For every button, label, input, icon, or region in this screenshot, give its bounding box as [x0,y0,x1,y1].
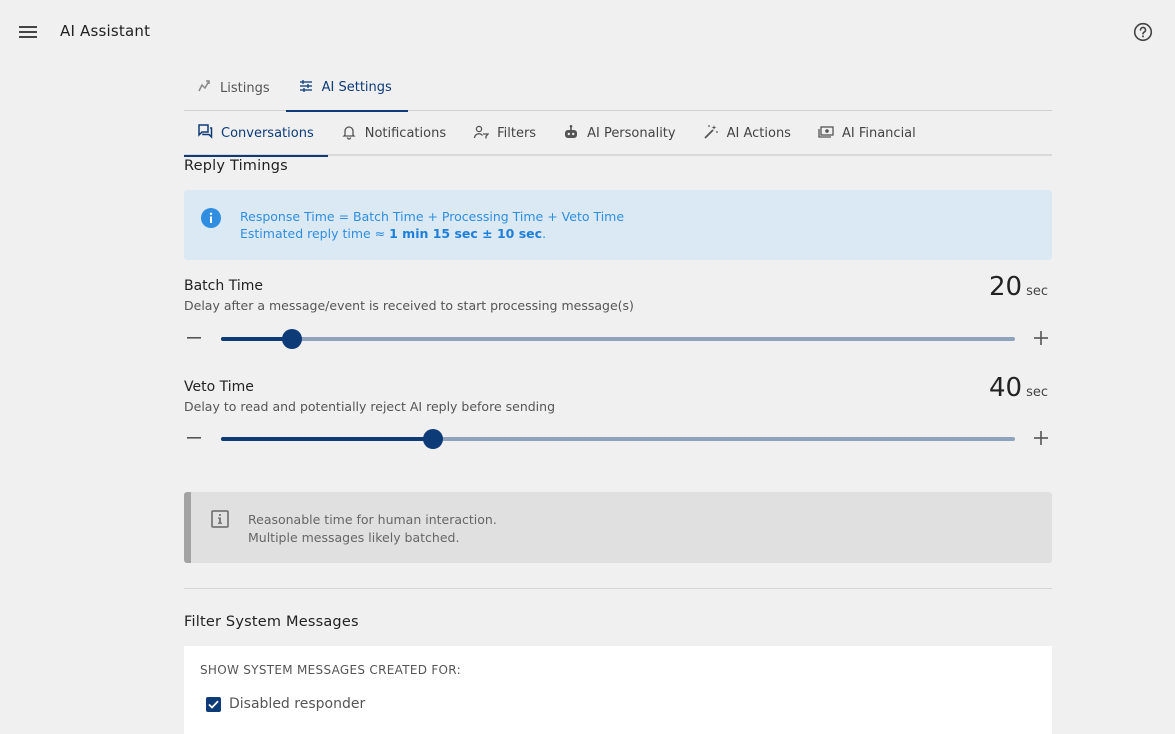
batch-time-decrease-button[interactable] [183,327,205,349]
disabled-responder-checkbox-row[interactable]: Disabled responder [206,696,365,712]
note-line-1: Reasonable time for human interaction. [248,512,497,527]
veto-time-track[interactable] [221,429,1015,449]
batch-time-increase-button[interactable] [1030,327,1052,349]
tab-conversations[interactable]: Conversations [184,111,328,157]
info-alert: Response Time = Batch Time + Processing … [184,190,1052,260]
note-line-2: Multiple messages likely batched. [248,530,460,545]
batch-time-thumb[interactable] [282,329,303,349]
sub-tabs: Conversations Notifications Filters AI P… [184,111,1052,157]
tab-conversations-label: Conversations [221,125,314,141]
filter-system-card: SHOW SYSTEM MESSAGES CREATED FOR: Disabl… [184,646,1052,734]
disabled-responder-label: Disabled responder [229,696,366,712]
robot-icon [563,124,579,144]
tab-ai-financial-label: AI Financial [841,126,916,141]
reply-timings-title: Reply Timings [184,158,288,174]
tab-ai-settings-label: AI Settings [321,80,392,95]
info-icon [201,208,221,232]
info-square-icon [211,510,229,532]
batch-time-slider-block: Batch Time Delay after a message/event i… [183,272,1052,358]
tab-ai-personality[interactable]: AI Personality [550,111,690,156]
timing-note: Reasonable time for human interaction. M… [184,492,1052,563]
veto-time-value: 40 sec [988,373,1048,403]
veto-time-label: Veto Time [184,379,254,395]
tab-notifications[interactable]: Notifications [328,111,460,156]
filter-system-caption: SHOW SYSTEM MESSAGES CREATED FOR: [200,663,461,677]
tab-ai-personality-label: AI Personality [587,126,676,141]
app-title: AI Assistant [60,22,151,40]
batch-time-label: Batch Time [184,278,263,294]
filter-system-title: Filter System Messages [184,614,359,630]
section-divider [184,588,1052,589]
tab-filters[interactable]: Filters [460,111,550,156]
batch-time-track[interactable] [221,329,1015,349]
veto-time-decrease-button[interactable] [183,427,205,449]
tune-icon [298,78,314,98]
tab-ai-financial[interactable]: AI Financial [805,111,930,156]
batch-time-description: Delay after a message/event is received … [184,298,634,313]
top-tabs: Listings AI Settings [184,64,1052,112]
menu-icon[interactable] [16,20,40,44]
info-formula: Response Time = Batch Time + Processing … [240,209,625,224]
main-content: Listings AI Settings Conversations Notif… [184,64,1052,734]
veto-time-thumb[interactable] [422,429,443,449]
estimate-value: 1 min 15 sec ± 10 sec [389,226,543,241]
tab-ai-settings[interactable]: AI Settings [285,65,408,112]
bell-icon [341,124,357,144]
tab-notifications-label: Notifications [364,126,447,141]
veto-time-slider-block: Veto Time Delay to read and potentially … [183,373,1052,459]
veto-time-track-fill [221,437,433,441]
tab-filters-label: Filters [497,126,537,141]
tab-listings[interactable]: Listings [184,65,286,111]
batch-time-value: 20 sec [988,272,1048,302]
tab-ai-actions[interactable]: AI Actions [690,111,805,156]
info-estimate: Estimated reply time ≈ 1 min 15 sec ± 10… [240,226,547,241]
chat-icon [197,123,213,143]
magic-wand-icon [703,124,719,144]
disabled-responder-checkbox[interactable] [206,696,221,712]
app-bar: AI Assistant [0,0,1175,64]
help-icon[interactable] [1131,20,1155,44]
veto-time-description: Delay to read and potentially reject AI … [184,399,556,414]
money-icon [818,124,834,144]
tab-ai-actions-label: AI Actions [726,126,791,141]
person-filter-icon [473,124,490,144]
tab-listings-label: Listings [220,80,270,96]
veto-time-increase-button[interactable] [1030,427,1052,449]
listings-icon [196,78,212,98]
